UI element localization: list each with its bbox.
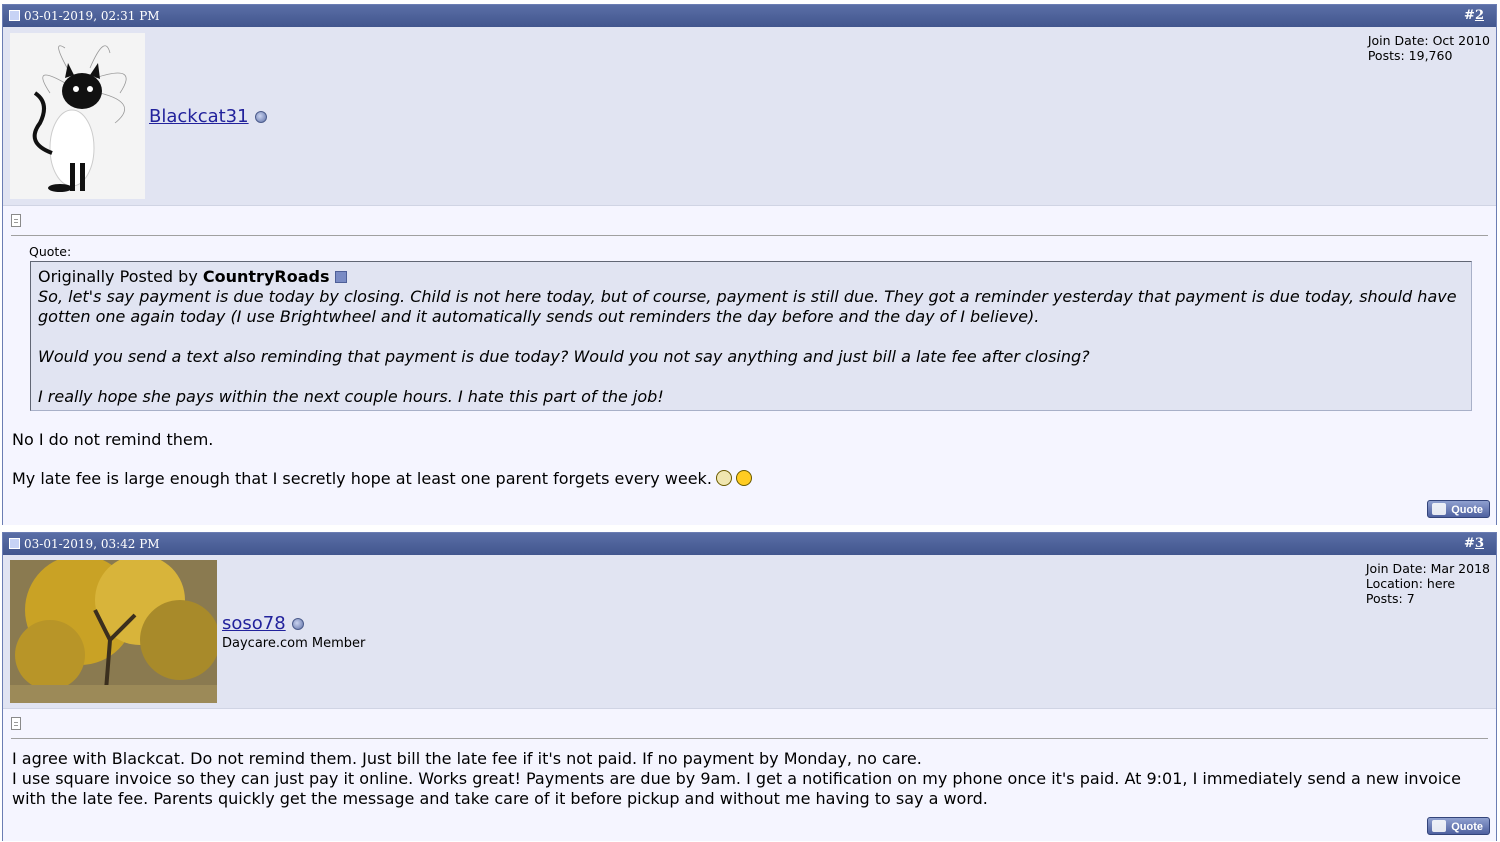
location: Location: here	[1365, 576, 1456, 591]
post-2: 03-01-2019, 02:31 PM #2 Blackcat31 Join …	[2, 4, 1497, 525]
post-count: Posts: 7	[1365, 591, 1415, 606]
username-link[interactable]: Blackcat31	[149, 106, 249, 127]
post-number: #2	[1464, 8, 1484, 23]
avatar[interactable]	[10, 560, 217, 703]
quote-button[interactable]: Quote	[1427, 500, 1490, 518]
user-title: Daycare.com Member	[222, 636, 366, 651]
username-link[interactable]: soso78	[222, 613, 286, 634]
post-number: #3	[1464, 536, 1484, 551]
post-status-icon	[9, 10, 20, 21]
post-number-link[interactable]: 3	[1475, 536, 1484, 551]
cat-avatar-image	[10, 33, 145, 199]
online-status-icon	[254, 111, 267, 123]
user-stats: Join Date: Oct 2010 Posts: 19,760	[1368, 33, 1490, 63]
post-status-icon	[9, 538, 20, 549]
view-post-icon[interactable]	[335, 271, 348, 283]
post-3: 03-01-2019, 03:42 PM #3 soso78 Daycare.c…	[2, 532, 1497, 841]
separator	[11, 235, 1488, 236]
quote-pen-icon	[1432, 820, 1446, 832]
post-icon	[11, 717, 21, 730]
quote-attribution: Originally Posted by CountryRoads	[38, 267, 1464, 287]
post-message: No I do not remind them. My late fee is …	[12, 430, 1478, 489]
post-header: 03-01-2019, 03:42 PM #3	[3, 533, 1496, 555]
user-stats: Join Date: Mar 2018 Location: here Posts…	[1366, 561, 1490, 606]
join-date: Join Date: Mar 2018	[1365, 561, 1490, 576]
user-info: soso78 Daycare.com Member	[222, 613, 365, 651]
quote-button[interactable]: Quote	[1427, 817, 1490, 835]
join-date: Join Date: Oct 2010	[1367, 33, 1490, 48]
tree-avatar-image	[10, 560, 217, 703]
quote-pen-icon	[1432, 503, 1446, 515]
user-info-bar: soso78 Daycare.com Member Join Date: Mar…	[3, 555, 1496, 709]
post-number-link[interactable]: 2	[1475, 8, 1484, 23]
quote-paragraph: So, let's say payment is due today by cl…	[38, 287, 1457, 326]
post-icon	[11, 214, 21, 227]
post-header: 03-01-2019, 02:31 PM #2	[3, 5, 1496, 27]
message-line: I use square invoice so they can just pa…	[12, 769, 1461, 808]
avatar[interactable]	[10, 33, 145, 199]
post-message: I agree with Blackcat. Do not remind the…	[12, 749, 1478, 809]
user-info-bar: Blackcat31 Join Date: Oct 2010 Posts: 19…	[3, 27, 1496, 206]
quote-paragraph: I really hope she pays within the next c…	[38, 387, 664, 406]
quote-paragraph: Would you send a text also reminding tha…	[38, 347, 1090, 366]
laughing-smiley-icon	[715, 470, 732, 486]
post-count: Posts: 19,760	[1367, 48, 1453, 63]
post-date: 03-01-2019, 03:42 PM	[24, 537, 160, 551]
post-body: Quote: Originally Posted by CountryRoads…	[3, 206, 1496, 525]
quote-label: Quote:	[29, 244, 72, 259]
message-line: No I do not remind them.	[12, 430, 214, 449]
message-line: My late fee is large enough that I secre…	[12, 469, 712, 488]
online-status-icon	[291, 618, 304, 630]
quote-box: Originally Posted by CountryRoads So, le…	[30, 261, 1472, 411]
post-body: I agree with Blackcat. Do not remind the…	[3, 709, 1496, 841]
user-info: Blackcat31	[149, 106, 267, 127]
quote-author: CountryRoads	[202, 267, 330, 286]
separator	[11, 738, 1488, 739]
message-line: I agree with Blackcat. Do not remind the…	[12, 749, 922, 768]
wink-smiley-icon	[735, 470, 752, 486]
post-date: 03-01-2019, 02:31 PM	[24, 9, 160, 23]
